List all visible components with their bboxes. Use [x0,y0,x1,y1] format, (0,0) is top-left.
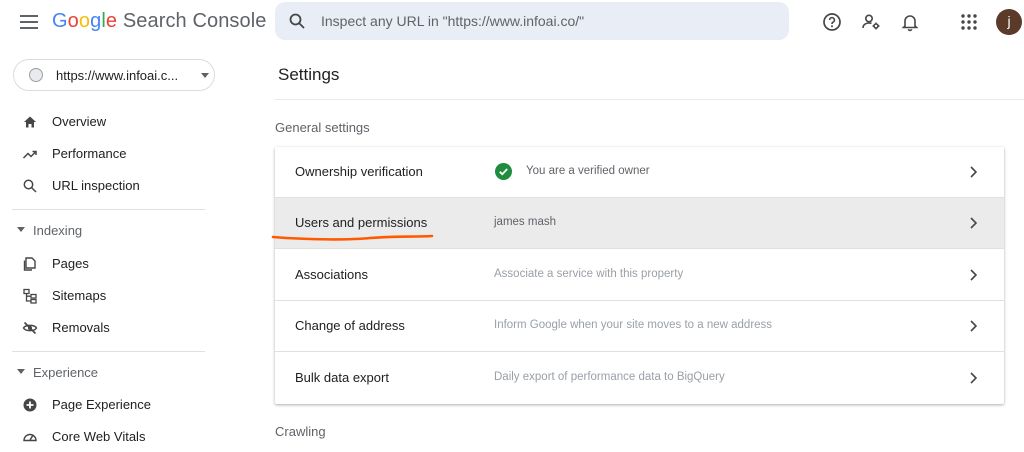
property-selector[interactable]: https://www.infoai.c... [13,59,215,91]
nav-sitemaps[interactable]: Sitemaps [0,281,240,311]
help-icon[interactable] [821,11,843,33]
collapse-triangle-icon [17,227,25,232]
settings-row-associations[interactable]: Associations Associate a service with th… [275,250,1004,301]
nav-page-experience[interactable]: Page Experience [0,390,240,420]
section-label: Experience [33,365,99,380]
row-label: Bulk data export [295,370,389,385]
general-settings-card: Ownership verification You are a verifie… [275,147,1004,404]
home-icon [24,116,36,128]
removals-icon [22,321,38,335]
nav-overview[interactable]: Overview [0,107,240,137]
notifications-icon[interactable] [899,11,921,33]
search-icon [289,13,305,29]
section-indexing[interactable]: Indexing [0,219,240,243]
crawling-label: Crawling [275,424,326,439]
chevron-right-icon [970,217,977,229]
general-settings-label: General settings [275,120,370,135]
logo-product-name: Search Console [117,10,267,32]
collapse-triangle-icon [17,369,25,374]
verified-check-icon [495,163,512,180]
nav-label: Sitemaps [52,288,107,303]
page-title: Settings [278,65,340,84]
chevron-right-icon [970,372,977,384]
settings-row-bulk-data-export[interactable]: Bulk data export Daily export of perform… [275,353,1004,404]
search-input[interactable] [321,11,771,31]
page-experience-icon [23,398,37,412]
row-label: Associations [295,267,368,282]
sitemap-icon [23,288,37,304]
settings-row-ownership[interactable]: Ownership verification You are a verifie… [275,147,1004,198]
nav-label: Overview [52,114,107,129]
row-label: Change of address [295,318,405,333]
sidebar-divider [12,209,205,210]
pages-icon [23,257,36,271]
gauge-icon [23,433,37,442]
settings-row-users-permissions[interactable]: Users and permissions james mash [275,198,1004,249]
logo-letter: o [67,10,79,32]
nav-label: Performance [52,146,127,161]
row-description: You are a verified owner [526,165,650,177]
property-url: https://www.infoai.c... [56,68,179,83]
search-console-logo[interactable]: Google Search Console [52,10,267,33]
section-label: Indexing [33,223,83,238]
row-description: Associate a service with this property [494,268,684,280]
manage-users-icon[interactable] [860,11,882,33]
logo-letter: g [90,10,102,32]
nav-label: Pages [52,256,89,271]
row-description: Inform Google when your site moves to a … [494,319,773,331]
nav-label: Page Experience [52,397,152,412]
menu-icon[interactable] [20,15,38,29]
row-label: Users and permissions [295,215,428,230]
nav-url-inspection[interactable]: URL inspection [0,171,240,201]
search-icon [23,179,37,193]
nav-performance[interactable]: Performance [0,139,240,169]
section-experience[interactable]: Experience [0,361,240,385]
title-divider [275,99,1024,100]
dropdown-caret-icon [201,73,209,78]
row-description: Daily export of performance data to BigQ… [494,371,725,383]
avatar[interactable]: j [996,9,1022,35]
sidebar-divider [12,351,205,352]
apps-grid-icon[interactable] [958,11,980,33]
nav-label: URL inspection [52,178,140,193]
row-description: james mash [494,216,556,228]
chevron-right-icon [970,269,977,281]
globe-icon [29,68,43,82]
row-label: Ownership verification [295,164,423,179]
settings-row-change-of-address[interactable]: Change of address Inform Google when you… [275,301,1004,352]
logo-letter: e [105,10,118,32]
chevron-right-icon [970,166,977,178]
logo-letter: G [52,10,68,32]
nav-label: Core Web Vitals [52,429,146,444]
chevron-right-icon [970,320,977,332]
trending-up-icon [22,150,37,159]
top-bar: Google Search Console j [0,0,1024,46]
nav-pages[interactable]: Pages [0,249,240,279]
url-inspection-search[interactable] [275,2,789,40]
nav-label: Removals [52,320,110,335]
nav-removals[interactable]: Removals [0,313,240,343]
logo-letter: o [78,10,91,32]
nav-core-web-vitals[interactable]: Core Web Vitals [0,422,240,452]
